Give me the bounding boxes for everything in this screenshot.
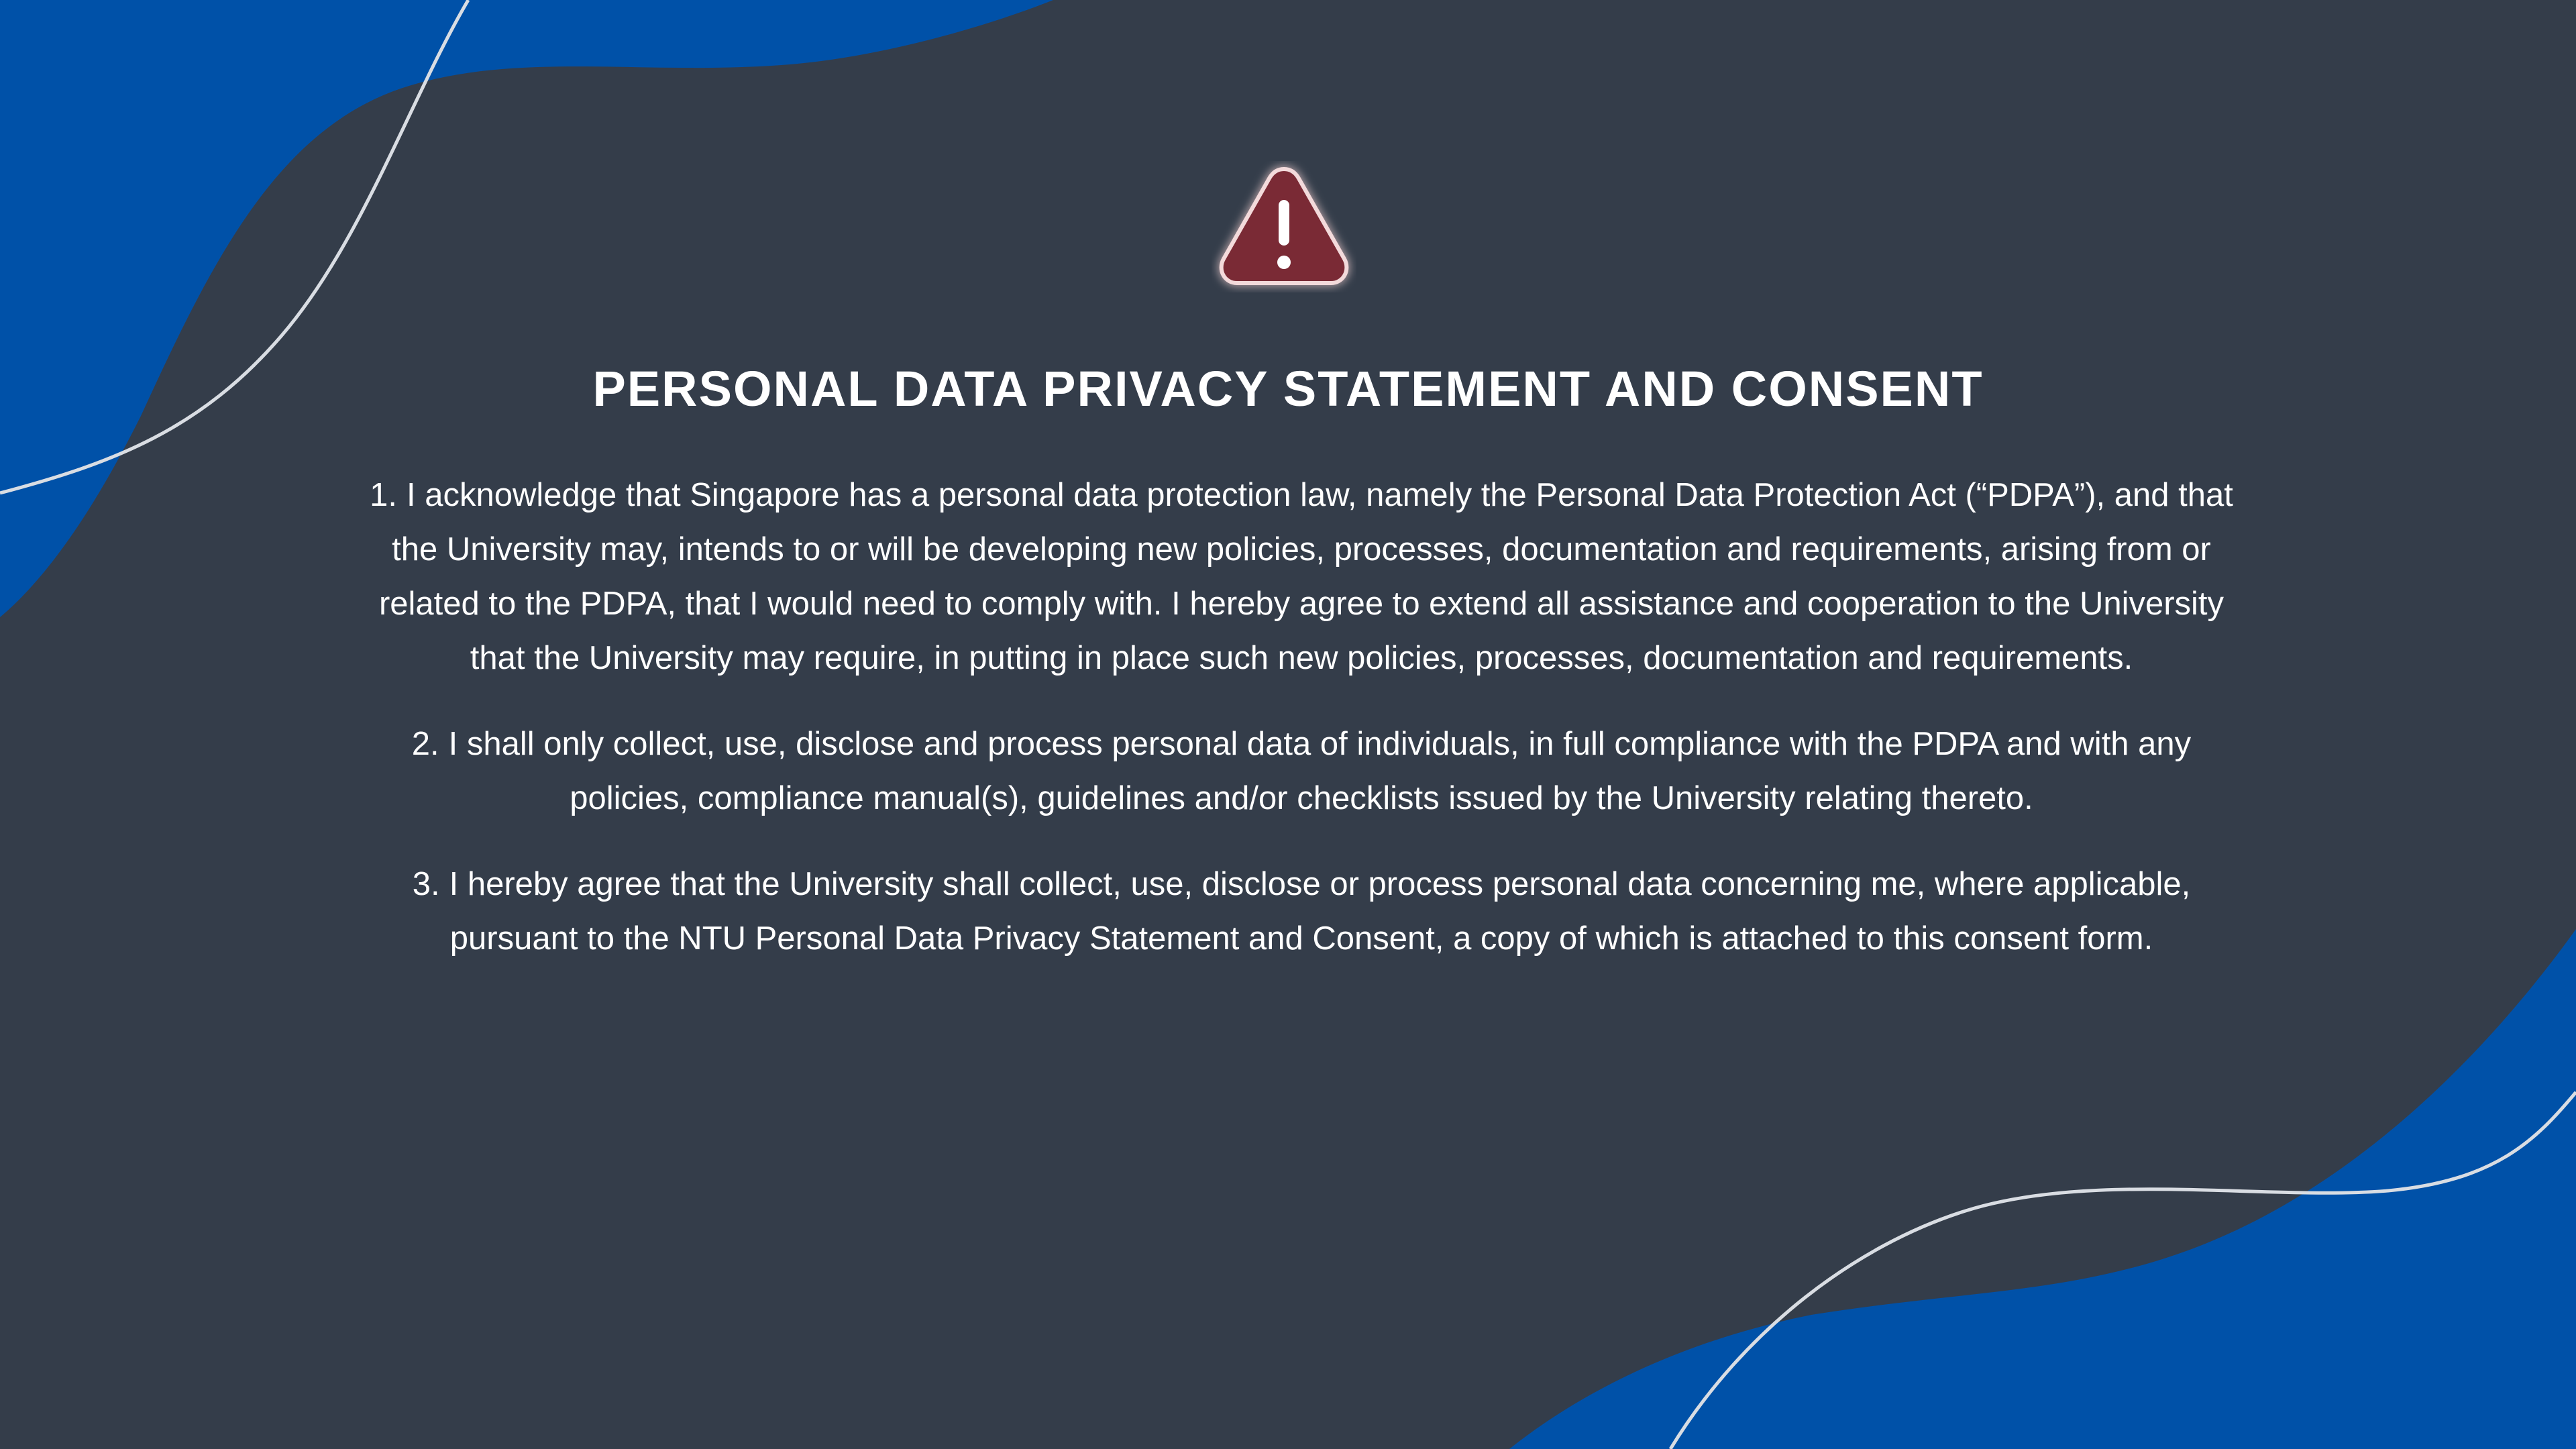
item-number: 1. — [370, 477, 397, 513]
item-number: 3. — [412, 866, 440, 902]
consent-list: 1. I acknowledge that Singapore has a per… — [362, 468, 2241, 998]
page-title: PERSONAL DATA PRIVACY STATEMENT AND CONS… — [592, 361, 1984, 417]
list-item: 1. I acknowledge that Singapore has a per… — [362, 468, 2241, 686]
bottom-right-blue-shape — [1509, 929, 2576, 1449]
list-item: 3. I hereby agree that the University sha… — [362, 857, 2241, 966]
item-text: I shall only collect, use, disclose and … — [448, 726, 2192, 816]
item-number: 2. — [411, 726, 439, 762]
warning-triangle-icon — [1219, 166, 1349, 285]
list-item: 2. I shall only collect, use, disclose an… — [362, 717, 2241, 826]
item-text: I acknowledge that Singapore has a perso… — [378, 477, 2233, 676]
consent-slide: PERSONAL DATA PRIVACY STATEMENT AND CONS… — [0, 0, 2576, 1449]
item-text: I hereby agree that the University shall… — [449, 866, 2191, 957]
